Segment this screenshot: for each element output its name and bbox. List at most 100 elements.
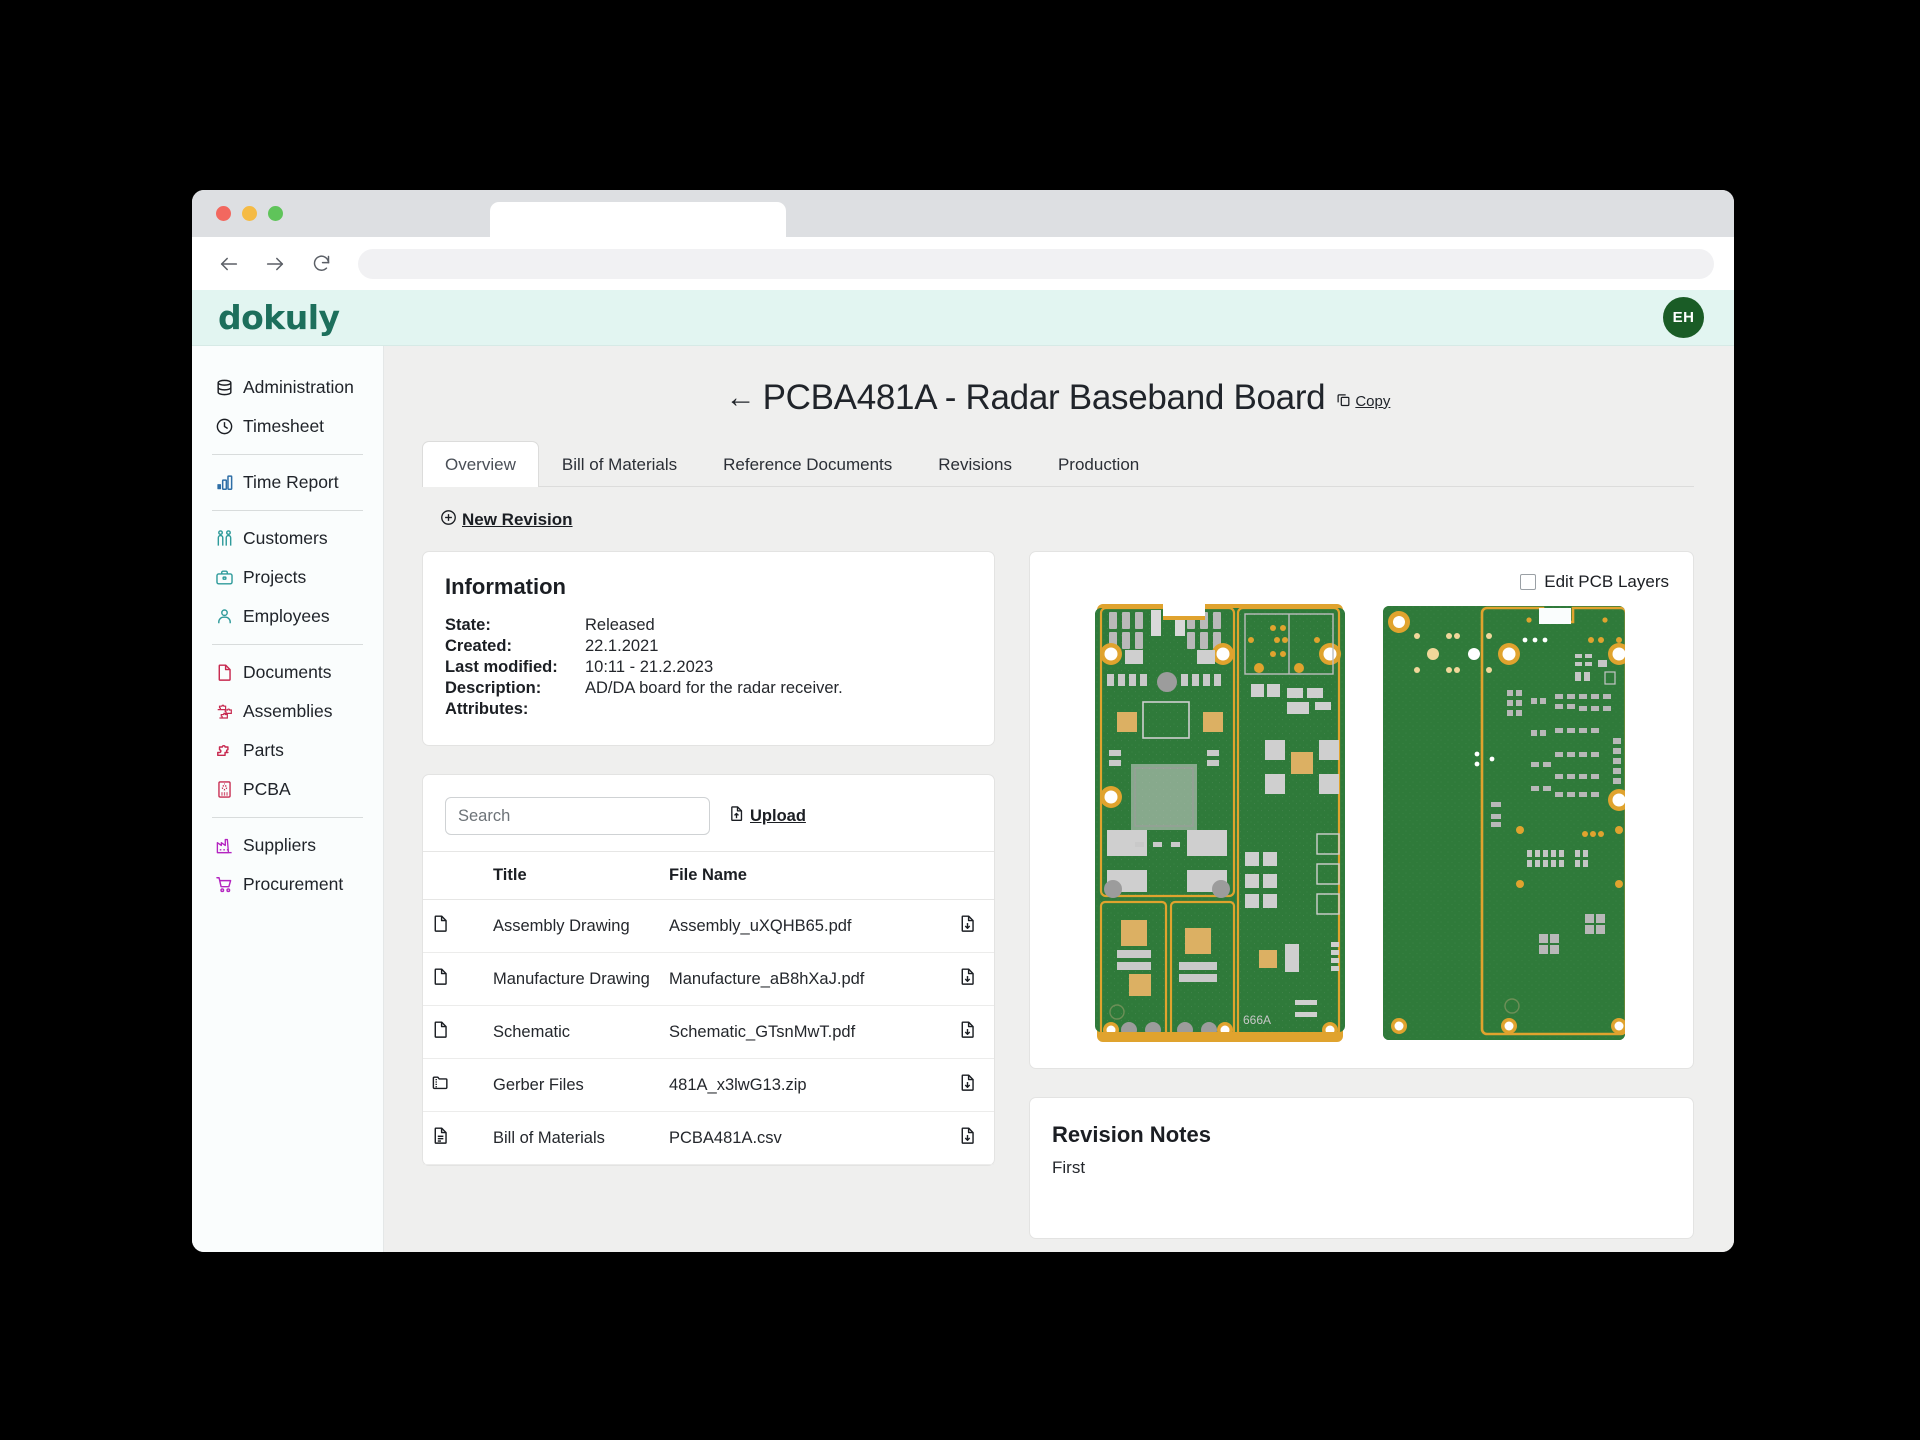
sidebar-group-admin: Administration Timesheet [192,368,383,446]
file-name: Manufacture_aB8hXaJ.pdf [661,952,940,1006]
file-icon [423,952,485,1006]
back-navigation-arrow[interactable]: ← [726,383,756,413]
reload-icon[interactable] [308,251,334,277]
info-key-state: State: [445,616,491,634]
dokuly-app: dokuly EH Administration Timesheet Time … [192,290,1734,1252]
forward-arrow-icon[interactable] [262,251,288,277]
table-row[interactable]: Assembly Drawing Assembly_uXQHB65.pdf [423,899,994,953]
download-button[interactable] [940,1111,994,1165]
table-row[interactable]: Manufacture Drawing Manufacture_aB8hXaJ.… [423,952,994,1006]
address-bar[interactable] [358,248,1714,279]
sidebar-item-time-report[interactable]: Time Report [192,463,383,502]
sidebar-item-customers[interactable]: Customers [192,519,383,558]
sidebar-item-label: Customers [243,528,328,548]
maximize-window-button[interactable] [268,206,283,221]
upload-button[interactable]: Upload [728,805,806,827]
sidebar-item-documents[interactable]: Documents [192,653,383,692]
sidebar-item-pcba[interactable]: PCBA [192,770,383,809]
files-table: Title File Name Assembly Drawing Assembl… [423,851,994,1165]
sidebar-item-procurement[interactable]: Procurement [192,865,383,904]
col-icon [423,851,485,900]
copy-icon [1336,392,1351,411]
info-key-attributes: Attributes: [445,700,529,718]
sidebar-item-suppliers[interactable]: Suppliers [192,826,383,865]
pcb-board-bottom[interactable] [1379,602,1629,1044]
download-button[interactable] [940,952,994,1006]
back-arrow-icon[interactable] [216,251,242,277]
tab-production[interactable]: Production [1035,441,1162,487]
puzzle-piece-icon [214,740,235,761]
sidebar-item-employees[interactable]: Employees [192,597,383,636]
copy-button[interactable]: Copy [1336,392,1390,411]
new-revision-button[interactable]: New Revision [422,487,573,551]
pcb-silkscreen-text: 666A [1243,1013,1271,1027]
info-value-attributes [585,700,972,719]
sidebar-group-supply: Suppliers Procurement [192,826,383,904]
file-title: Gerber Files [485,1058,661,1112]
table-row[interactable]: Schematic Schematic_GTsnMwT.pdf [423,1005,994,1059]
tab-overview[interactable]: Overview [422,441,539,487]
download-button[interactable] [940,899,994,953]
search-input[interactable] [445,797,710,835]
file-title: Manufacture Drawing [485,952,661,1006]
overview-grid: Information State: Released Created: 22.… [422,551,1694,1239]
sidebar-item-assemblies[interactable]: Assemblies [192,692,383,731]
download-icon [958,1126,977,1145]
files-toolbar: Upload [423,775,994,851]
file-title: Assembly Drawing [485,899,661,953]
window-controls [216,206,283,221]
left-column: Information State: Released Created: 22.… [422,551,995,1166]
sidebar-divider [212,510,363,511]
cart-icon [214,874,235,895]
sidebar-item-administration[interactable]: Administration [192,368,383,407]
close-window-button[interactable] [216,206,231,221]
download-icon [958,967,977,986]
file-name: Schematic_GTsnMwT.pdf [661,1005,940,1059]
clock-icon [214,416,235,437]
pcb-viewer-toolbar: Edit PCB Layers [1048,568,1675,602]
tab-bar: Overview Bill of Materials Reference Doc… [422,440,1694,487]
bar-chart-icon [214,472,235,493]
info-key-last-modified: Last modified: [445,658,558,676]
table-row[interactable]: Bill of Materials PCBA481A.csv [423,1111,994,1165]
zip-folder-icon [423,1058,485,1112]
revision-notes-title: Revision Notes [1052,1122,1211,1147]
browser-toolbar [192,237,1734,290]
database-icon [214,377,235,398]
tab-reference-documents[interactable]: Reference Documents [700,441,915,487]
download-button[interactable] [940,1005,994,1059]
sidebar-item-label: Employees [243,606,330,626]
sidebar-divider [212,454,363,455]
sidebar-item-projects[interactable]: Projects [192,558,383,597]
minimize-window-button[interactable] [242,206,257,221]
page-title: PCBA481A - Radar Baseband Board [762,378,1326,417]
download-icon [958,1073,977,1092]
edit-pcb-layers-checkbox[interactable] [1520,574,1537,590]
sidebar-divider [212,817,363,818]
pcb-render-stage: 666A [1048,602,1675,1050]
right-column: Edit PCB Layers 666A Revision Notes Firs… [1029,551,1694,1239]
revision-notes-body: First [1052,1158,1086,1177]
pcb-board-top[interactable]: 666A [1094,602,1345,1044]
sidebar-item-timesheet[interactable]: Timesheet [192,407,383,446]
sidebar-group-reports: Time Report [192,463,383,502]
avatar[interactable]: EH [1663,297,1704,338]
info-value-state: Released [585,616,655,634]
sidebar-item-parts[interactable]: Parts [192,731,383,770]
upload-icon [728,805,745,827]
col-file-name: File Name [661,851,940,900]
information-table: State: Released Created: 22.1.2021 Last … [423,616,994,745]
page-header: ← PCBA481A - Radar Baseband Board Copy [422,346,1694,440]
download-button[interactable] [940,1058,994,1112]
sidebar-item-label: Time Report [243,472,339,492]
table-row[interactable]: Gerber Files 481A_x3lwG13.zip [423,1058,994,1112]
file-title: Schematic [485,1005,661,1059]
info-key-description: Description: [445,679,542,697]
browser-tab[interactable] [490,202,786,237]
info-value-last-modified: 10:11 - 21.2.2023 [585,658,714,676]
tab-revisions[interactable]: Revisions [915,441,1035,487]
dokuly-logo: dokuly [218,298,340,337]
tab-bill-of-materials[interactable]: Bill of Materials [539,441,700,487]
sidebar: Administration Timesheet Time Report Cus… [192,346,384,1252]
file-name: Assembly_uXQHB65.pdf [661,899,940,953]
